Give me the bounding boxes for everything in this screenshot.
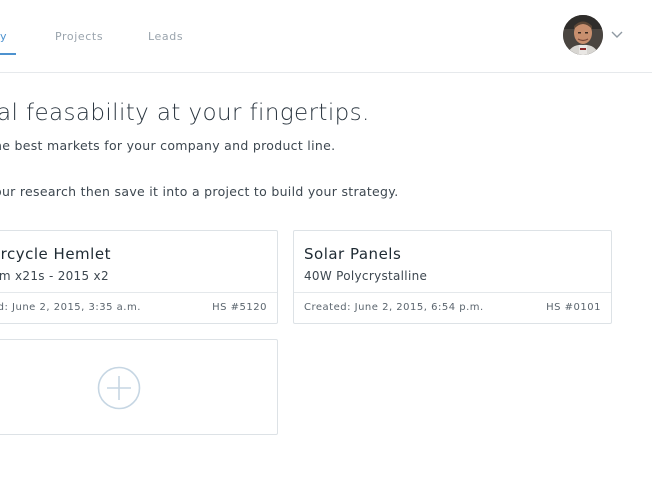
project-created-date: Created: June 2, 2015, 6:54 p.m. [304,302,484,313]
page-headline: nal feasability at your fingertips. [0,100,370,126]
tab-projects[interactable]: Projects [55,30,103,43]
project-subtitle: 40W Polycrystalline [304,269,428,283]
chevron-down-icon[interactable] [611,31,623,39]
project-card[interactable]: orcycle Hemlet um x21s - 2015 x2 ed: Jun… [0,230,278,324]
project-subtitle: um x21s - 2015 x2 [0,269,109,283]
tab-active[interactable]: y [0,30,7,43]
page-subline-research: our research then save it into a project… [0,184,399,199]
project-title: orcycle Hemlet [0,245,111,263]
project-created-date: ed: June 2, 2015, 3:35 a.m. [0,302,141,313]
active-tab-indicator [0,53,16,55]
project-card[interactable]: Solar Panels 40W Polycrystalline Created… [293,230,612,324]
plus-circle-icon[interactable] [97,366,141,410]
add-project-card[interactable] [0,339,278,435]
avatar[interactable] [563,15,603,55]
top-navigation: y Projects Leads [0,0,652,73]
project-card-footer: ed: June 2, 2015, 3:35 a.m. HS #5120 [0,292,277,323]
tab-leads[interactable]: Leads [148,30,183,43]
project-code: HS #5120 [212,302,267,313]
project-code: HS #0101 [546,302,601,313]
user-avatar-icon [563,15,603,55]
project-title: Solar Panels [304,245,402,263]
project-card-footer: Created: June 2, 2015, 6:54 p.m. HS #010… [294,292,611,323]
page-subline-markets: he best markets for your company and pro… [0,138,336,153]
